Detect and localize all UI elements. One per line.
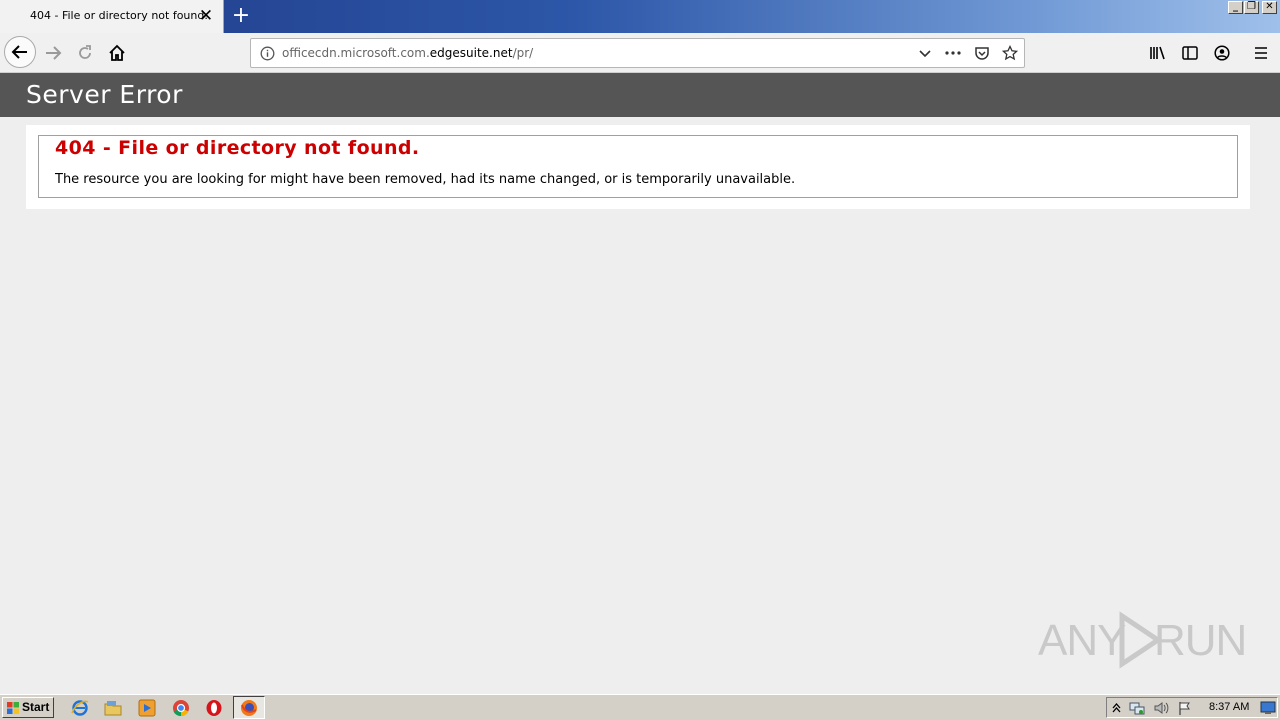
clock[interactable]: 8:37 AM <box>1209 701 1249 713</box>
volume-icon[interactable] <box>1153 700 1169 716</box>
tab-close-icon[interactable]: ✕ <box>196 6 216 26</box>
menu-button[interactable] <box>1246 38 1276 68</box>
sidebar-button[interactable] <box>1175 38 1205 68</box>
close-window-button[interactable]: ✕ <box>1262 1 1277 14</box>
system-tray: 8:37 AM <box>1106 697 1278 718</box>
forward-button[interactable] <box>38 38 68 68</box>
server-error-header: Server Error <box>0 73 1280 117</box>
tab-title: 404 - File or directory not found. <box>30 9 208 22</box>
more-dots-icon <box>945 51 961 55</box>
bookmark-star-button[interactable] <box>998 42 1022 64</box>
media-player-icon[interactable] <box>138 699 156 717</box>
tab-active[interactable]: 404 - File or directory not found. ✕ <box>0 0 224 33</box>
error-message: The resource you are looking for might h… <box>55 172 796 187</box>
account-button[interactable] <box>1207 38 1237 68</box>
url-prefix: officecdn.microsoft.com. <box>282 46 430 60</box>
url-dropdown-button[interactable] <box>913 42 937 64</box>
home-icon <box>109 44 125 61</box>
content-panel: 404 - File or directory not found. The r… <box>26 125 1250 209</box>
taskbar: Start 8:37 AM <box>0 694 1280 720</box>
windows-logo-icon <box>7 702 19 714</box>
reload-button[interactable] <box>70 38 100 68</box>
url-path: /pr/ <box>512 46 534 60</box>
chevron-down-icon <box>919 50 931 58</box>
url-text[interactable]: officecdn.microsoft.com.edgesuite.net/pr… <box>282 46 533 60</box>
error-title: 404 - File or directory not found. <box>55 137 420 159</box>
library-icon <box>1150 46 1165 60</box>
watermark-text-right: RUN <box>1154 616 1247 665</box>
minimize-button[interactable]: _ <box>1228 1 1243 14</box>
forward-arrow-icon <box>46 46 62 60</box>
opera-icon[interactable] <box>205 699 223 717</box>
anyrun-watermark: ANY RUN <box>1038 608 1247 670</box>
error-box: 404 - File or directory not found. The r… <box>38 135 1238 198</box>
url-domain: edgesuite.net <box>429 46 513 60</box>
pocket-icon <box>975 47 989 60</box>
star-icon <box>1002 45 1018 61</box>
new-tab-button[interactable]: + <box>229 4 253 28</box>
back-arrow-icon <box>11 45 27 59</box>
navigation-toolbar: officecdn.microsoft.com.edgesuite.net/pr… <box>0 33 1280 73</box>
restore-button[interactable]: ❐ <box>1244 1 1259 14</box>
chrome-icon[interactable] <box>172 699 190 717</box>
library-button[interactable] <box>1143 38 1173 68</box>
site-info-icon[interactable] <box>260 46 275 61</box>
show-desktop-icon[interactable] <box>1260 701 1276 715</box>
sidebar-icon <box>1182 46 1198 60</box>
page-title: Server Error <box>26 80 183 109</box>
browser-title-bar: 404 - File or directory not found. ✕ + _… <box>0 0 1280 33</box>
back-button[interactable] <box>4 36 36 68</box>
internet-explorer-icon[interactable] <box>71 699 89 717</box>
hamburger-menu-icon <box>1255 47 1267 59</box>
home-button[interactable] <box>102 38 132 68</box>
firefox-icon <box>241 700 257 716</box>
action-center-flag-icon[interactable] <box>1177 700 1193 716</box>
folder-icon[interactable] <box>104 699 122 717</box>
start-label: Start <box>22 700 50 714</box>
taskbar-firefox-button[interactable] <box>233 696 265 719</box>
reload-icon <box>79 45 91 59</box>
account-icon <box>1214 45 1230 61</box>
address-bar[interactable]: officecdn.microsoft.com.edgesuite.net/pr… <box>250 38 1025 68</box>
show-hidden-icons-icon[interactable] <box>1112 702 1121 714</box>
network-icon[interactable] <box>1129 700 1145 716</box>
start-button[interactable]: Start <box>2 697 54 718</box>
pocket-button[interactable] <box>970 42 994 64</box>
page-actions-button[interactable] <box>941 42 965 64</box>
